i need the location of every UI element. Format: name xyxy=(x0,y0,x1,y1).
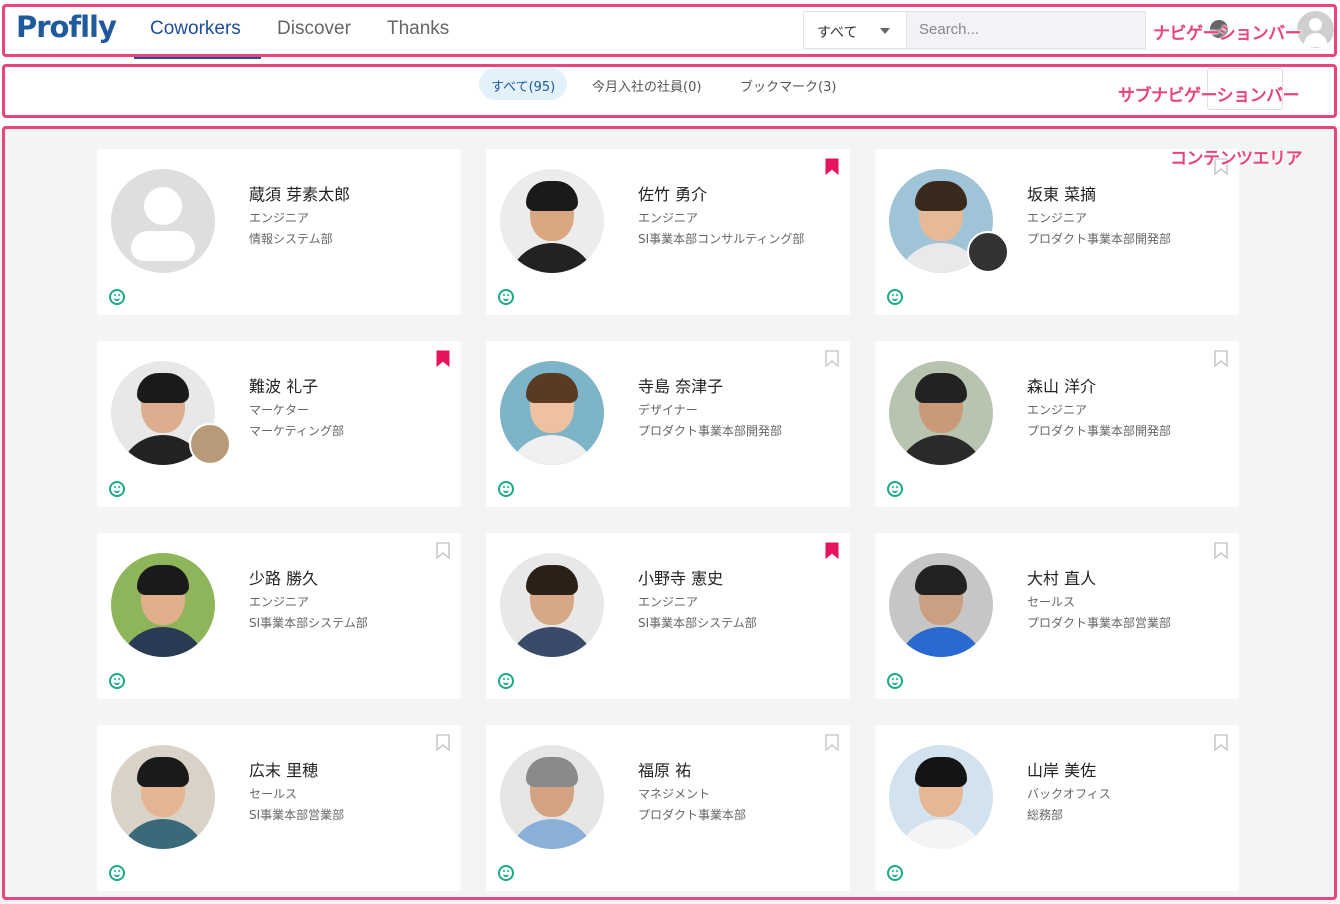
active-tab-indicator xyxy=(134,56,261,59)
coworker-name: 森山 洋介 xyxy=(1027,377,1097,396)
coworker-role: エンジニア xyxy=(249,211,310,225)
thanks-smile-icon[interactable] xyxy=(887,481,903,497)
coworker-card[interactable]: 佐竹 勇介エンジニア SI事業本部コンサルティング部 xyxy=(486,149,850,315)
coworker-department: マーケティング部 xyxy=(249,424,345,438)
bookmark-icon[interactable] xyxy=(825,350,839,367)
avatar-sub-badge xyxy=(189,423,231,465)
avatar[interactable] xyxy=(500,361,604,465)
coworker-role: セールス xyxy=(1027,595,1076,609)
thanks-smile-icon[interactable] xyxy=(109,865,125,881)
coworker-name: 小野寺 憲史 xyxy=(638,569,724,588)
coworker-name: 坂東 菜摘 xyxy=(1027,185,1097,204)
coworker-card[interactable]: 寺島 奈津子デザイナープロダクト事業本部開発部 xyxy=(486,341,850,507)
coworker-card[interactable]: 山岸 美佐バックオフィス 総務部 xyxy=(875,725,1239,891)
coworker-name: 蔵須 芽素太郎 xyxy=(249,185,351,204)
filter-all[interactable]: すべて(95) xyxy=(479,68,568,100)
coworker-department: プロダクト事業本部開発部 xyxy=(638,424,783,438)
coworker-role: バックオフィス xyxy=(1027,787,1111,801)
proflly-logo[interactable]: Proflly xyxy=(16,10,117,44)
annotation-label-nav: ナビゲーションバー xyxy=(1153,24,1302,44)
coworker-department: 情報システム部 xyxy=(249,232,333,246)
bookmark-icon[interactable] xyxy=(825,734,839,751)
coworker-role: エンジニア xyxy=(638,595,699,609)
coworker-department: SI事業本部コンサルティング部 xyxy=(638,232,805,246)
tab-discover[interactable]: Discover xyxy=(277,18,351,40)
bookmark-icon[interactable] xyxy=(825,158,839,175)
coworker-name: 佐竹 勇介 xyxy=(638,185,708,204)
search-scope-select[interactable]: すべて xyxy=(803,11,906,49)
coworker-card[interactable]: 福原 祐マネジメントプロダクト事業本部 xyxy=(486,725,850,891)
coworker-card[interactable]: 少路 勝久エンジニア SI事業本部システム部 xyxy=(97,533,461,699)
filter-new-this-month[interactable]: 今月入社の社員(0) xyxy=(580,68,713,100)
bookmark-icon[interactable] xyxy=(1214,350,1228,367)
coworker-role: エンジニア xyxy=(1027,403,1088,417)
bookmark-icon[interactable] xyxy=(436,542,450,559)
coworker-name: 寺島 奈津子 xyxy=(638,377,724,396)
search-scope-value: すべて xyxy=(817,25,858,41)
thanks-smile-icon[interactable] xyxy=(498,289,514,305)
coworker-role: エンジニア xyxy=(638,211,699,225)
coworker-department: プロダクト事業本部 xyxy=(638,808,747,822)
coworker-name: 大村 直人 xyxy=(1027,569,1097,588)
bookmark-icon[interactable] xyxy=(1214,542,1228,559)
avatar[interactable] xyxy=(500,745,604,849)
tab-thanks[interactable]: Thanks xyxy=(387,18,449,40)
coworker-card[interactable]: 森山 洋介エンジニアプロダクト事業本部開発部 xyxy=(875,341,1239,507)
thanks-smile-icon[interactable] xyxy=(887,673,903,689)
thanks-smile-icon[interactable] xyxy=(109,289,125,305)
coworker-department: SI事業本部システム部 xyxy=(249,616,368,630)
coworker-card[interactable]: 難波 礼子マーケターマーケティング部 xyxy=(97,341,461,507)
avatar[interactable] xyxy=(111,745,215,849)
navigation-bar: Proflly Coworkers Discover Thanks すべて Se… xyxy=(0,0,1340,59)
coworker-name: 山岸 美佐 xyxy=(1027,761,1097,780)
bookmark-icon[interactable] xyxy=(436,734,450,751)
avatar[interactable] xyxy=(500,169,604,273)
coworker-department: プロダクト事業本部営業部 xyxy=(1027,616,1172,630)
coworker-department: プロダクト事業本部開発部 xyxy=(1027,232,1172,246)
thanks-smile-icon[interactable] xyxy=(498,673,514,689)
coworker-department: プロダクト事業本部開発部 xyxy=(1027,424,1172,438)
bookmark-icon[interactable] xyxy=(436,350,450,367)
coworker-card[interactable]: 広末 里穂セールス SI事業本部営業部 xyxy=(97,725,461,891)
user-avatar[interactable] xyxy=(1297,11,1334,48)
coworker-role: マネジメント xyxy=(638,787,711,801)
thanks-smile-icon[interactable] xyxy=(887,865,903,881)
avatar[interactable] xyxy=(111,169,215,273)
coworker-name: 福原 祐 xyxy=(638,761,692,780)
chevron-down-icon xyxy=(880,28,890,34)
coworker-name: 少路 勝久 xyxy=(249,569,319,588)
avatar[interactable] xyxy=(889,745,993,849)
coworker-department: SI事業本部システム部 xyxy=(638,616,757,630)
avatar[interactable] xyxy=(111,553,215,657)
thanks-smile-icon[interactable] xyxy=(109,481,125,497)
annotation-label-content: コンテンツエリア xyxy=(1170,149,1303,169)
annotation-label-subnav: サブナビゲーションバー xyxy=(1118,86,1300,106)
thanks-smile-icon[interactable] xyxy=(498,481,514,497)
coworker-card[interactable]: 蔵須 芽素太郎エンジニア情報システム部 xyxy=(97,149,461,315)
coworker-card[interactable]: 大村 直人セールスプロダクト事業本部営業部 xyxy=(875,533,1239,699)
bookmark-icon[interactable] xyxy=(825,542,839,559)
coworker-name: 難波 礼子 xyxy=(249,377,319,396)
bookmark-icon[interactable] xyxy=(1214,734,1228,751)
thanks-smile-icon[interactable] xyxy=(498,865,514,881)
avatar-sub-badge xyxy=(967,231,1009,273)
coworker-role: エンジニア xyxy=(249,595,310,609)
coworker-card[interactable]: 坂東 菜摘エンジニアプロダクト事業本部開発部 xyxy=(875,149,1239,315)
thanks-smile-icon[interactable] xyxy=(109,673,125,689)
avatar[interactable] xyxy=(500,553,604,657)
coworker-role: デザイナー xyxy=(638,403,698,417)
thanks-smile-icon[interactable] xyxy=(887,289,903,305)
avatar[interactable] xyxy=(889,553,993,657)
coworker-card[interactable]: 小野寺 憲史エンジニア SI事業本部システム部 xyxy=(486,533,850,699)
coworker-role: セールス xyxy=(249,787,298,801)
search-input[interactable]: Search... xyxy=(906,11,1146,49)
coworker-department: 総務部 xyxy=(1027,808,1064,822)
coworker-name: 広末 里穂 xyxy=(249,761,319,780)
coworker-role: エンジニア xyxy=(1027,211,1088,225)
coworker-role: マーケター xyxy=(249,403,310,417)
tab-coworkers[interactable]: Coworkers xyxy=(150,18,241,40)
avatar[interactable] xyxy=(889,361,993,465)
filter-bookmarks[interactable]: ブックマーク(3) xyxy=(728,68,848,100)
coworker-department: SI事業本部営業部 xyxy=(249,808,345,822)
